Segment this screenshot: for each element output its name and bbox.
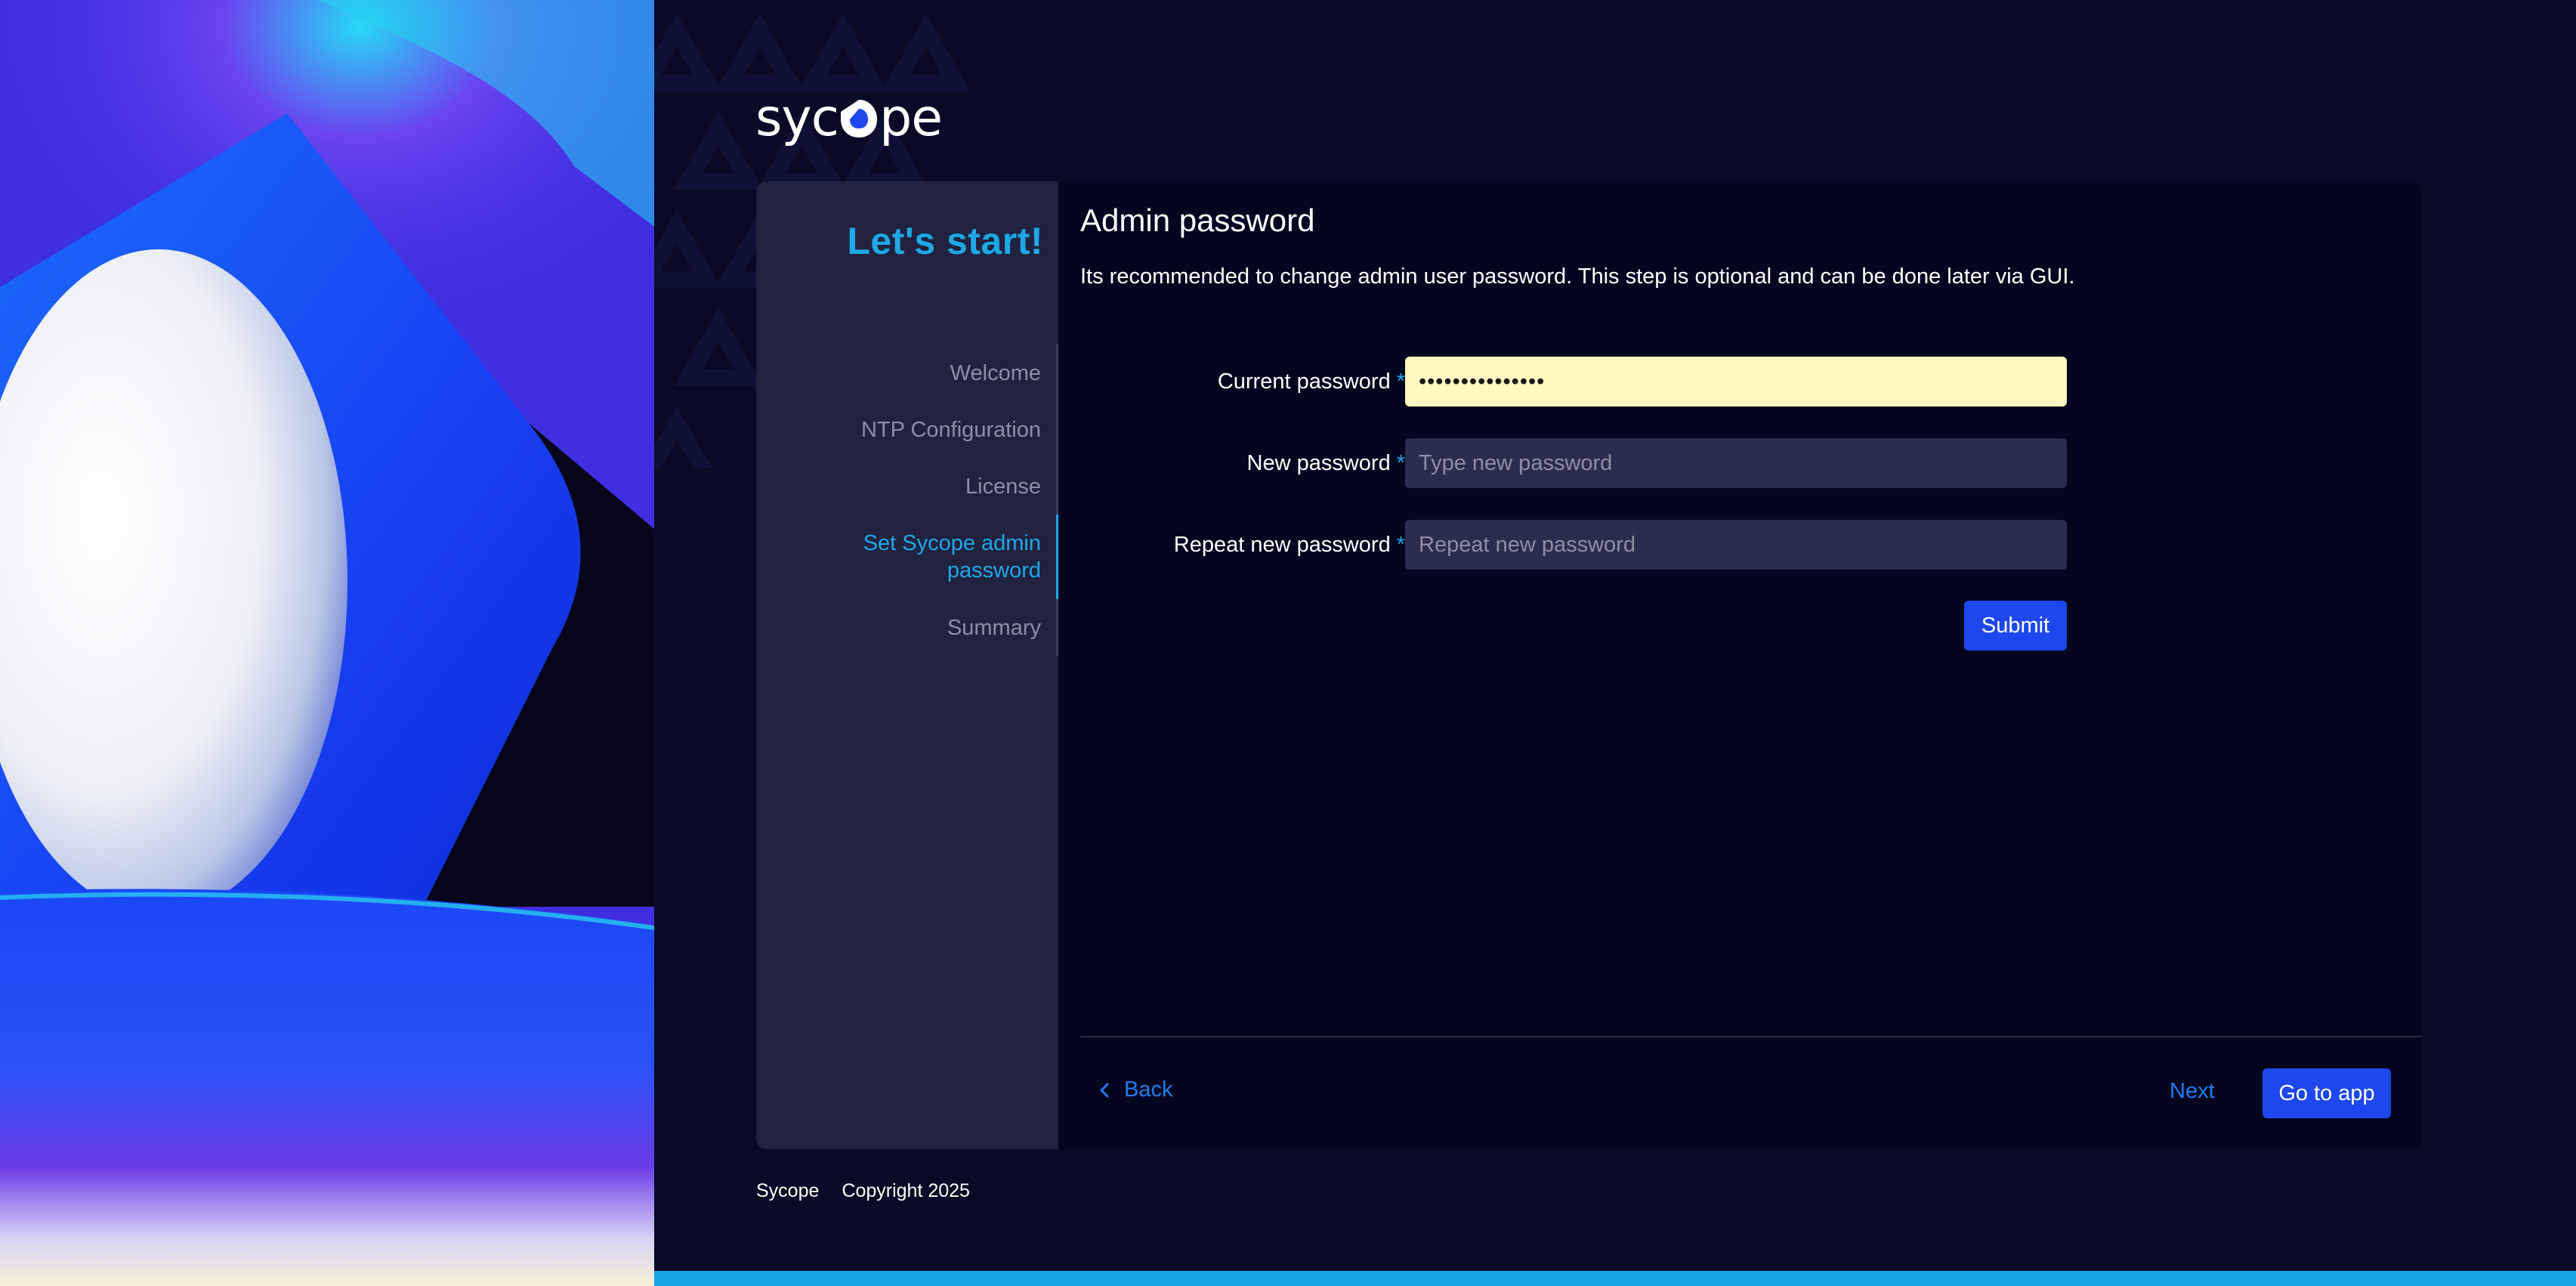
- required-mark: *: [1396, 532, 1405, 557]
- hero-artwork: [0, 0, 654, 1286]
- logo-text-left: syc: [755, 88, 839, 148]
- logo-text-right: pe: [879, 88, 943, 148]
- step-welcome[interactable]: Welcome: [756, 345, 1056, 401]
- page-footer: Sycope Copyright 2025: [756, 1180, 970, 1202]
- step-label: NTP Configuration: [860, 417, 1041, 442]
- wizard-title: Let's start!: [847, 220, 1043, 262]
- next-button[interactable]: Next: [2170, 1079, 2215, 1104]
- step-set-admin-password[interactable]: Set Sycope admin password: [756, 515, 1058, 599]
- logo-mark-icon: [841, 100, 878, 138]
- step-label: Welcome: [950, 360, 1041, 385]
- step-license[interactable]: License: [756, 458, 1056, 515]
- page-title: Admin password: [1080, 202, 1315, 238]
- sycope-logo: syc pe: [755, 88, 943, 148]
- wizard-steps: Welcome NTP Configuration License Set Sy…: [756, 345, 1058, 656]
- back-button[interactable]: Back: [1098, 1077, 1172, 1102]
- step-summary[interactable]: Summary: [756, 599, 1056, 656]
- footer-copyright: Copyright 2025: [842, 1180, 970, 1201]
- back-label: Back: [1124, 1077, 1173, 1102]
- page-description: Its recommended to change admin user pas…: [1080, 264, 2075, 289]
- setup-wizard-card: Let's start! Welcome NTP Configuration L…: [756, 181, 2422, 1149]
- hero-abstract-image: [0, 0, 654, 1286]
- footer-brand: Sycope: [756, 1180, 820, 1201]
- new-password-label: New password *: [1247, 438, 1405, 488]
- bottom-accent-bar: [654, 1271, 2576, 1286]
- required-mark: *: [1396, 450, 1405, 475]
- go-to-app-button[interactable]: Go to app: [2262, 1068, 2391, 1118]
- wizard-content: Admin password Its recommended to change…: [1080, 181, 2422, 1149]
- step-ntp-configuration[interactable]: NTP Configuration: [756, 401, 1056, 458]
- new-password-field[interactable]: [1405, 438, 2067, 488]
- wizard-sidebar: Let's start! Welcome NTP Configuration L…: [756, 181, 1058, 1149]
- repeat-password-row: Repeat new password *: [1080, 520, 2070, 570]
- repeat-password-label: Repeat new password *: [1174, 520, 1405, 570]
- step-label: Summary: [947, 615, 1041, 640]
- new-password-row: New password *: [1080, 438, 2070, 488]
- footer-divider: [1080, 1036, 2422, 1037]
- current-password-row: Current password *: [1080, 357, 2070, 407]
- chevron-left-icon: [1100, 1083, 1109, 1097]
- submit-button[interactable]: Submit: [1964, 601, 2067, 651]
- required-mark: *: [1396, 369, 1405, 394]
- label-text: Current password: [1217, 369, 1391, 394]
- step-label: Set Sycope admin password: [863, 531, 1041, 583]
- current-password-field[interactable]: [1405, 357, 2067, 407]
- label-text: New password: [1246, 450, 1391, 475]
- current-password-label: Current password *: [1218, 357, 1405, 407]
- step-label: License: [965, 474, 1041, 499]
- label-text: Repeat new password: [1173, 532, 1391, 557]
- repeat-password-field[interactable]: [1405, 520, 2067, 570]
